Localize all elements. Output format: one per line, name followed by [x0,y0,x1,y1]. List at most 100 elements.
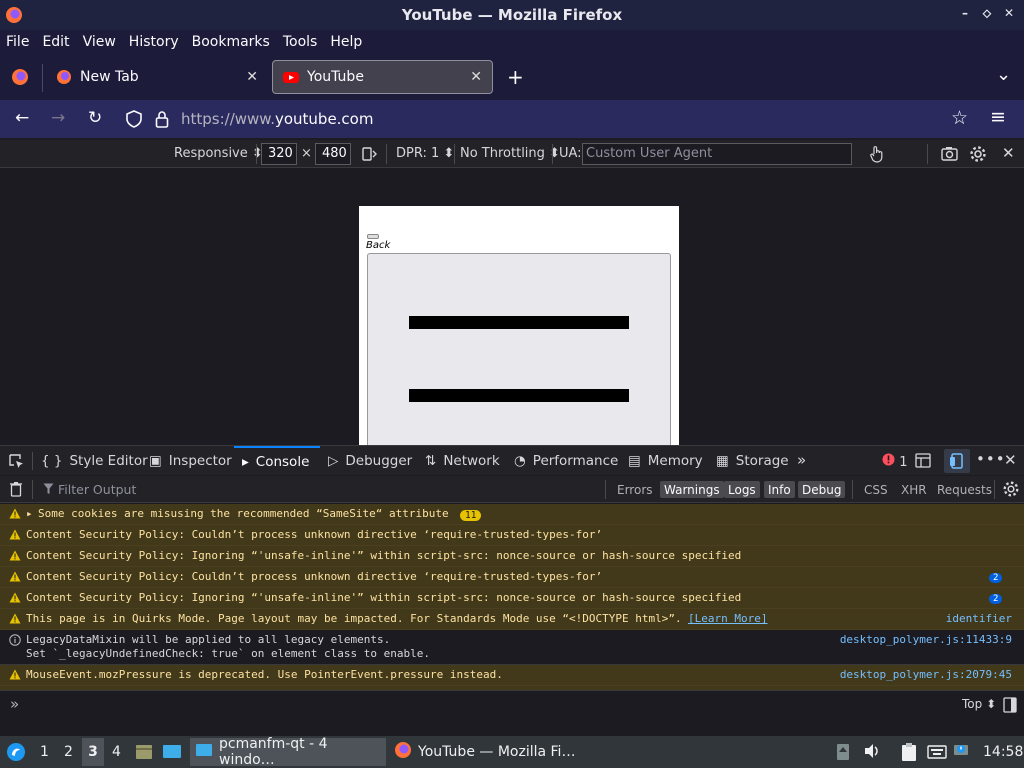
viewport-height-input[interactable]: 480 [315,143,351,165]
filter-errors[interactable]: Errors [613,481,657,498]
menu-history[interactable]: History [129,34,179,50]
console-message-info[interactable]: LegacyDataMixin will be applied to all l… [0,630,1024,665]
new-tab-button[interactable]: + [507,65,524,89]
message-source[interactable]: desktop_polymer.js:2079:45 [840,668,1012,681]
filter-requests[interactable]: Requests [933,481,996,498]
workspace-2[interactable]: 2 [64,744,73,760]
device-viewport[interactable]: Back [359,206,679,446]
responsive-mode-toggle[interactable] [944,449,970,473]
lock-icon[interactable] [155,110,169,132]
menu-file[interactable]: File [6,34,29,50]
menu-tools[interactable]: Tools [283,34,318,50]
filter-funnel-icon [43,483,54,498]
maximize-button[interactable]: ⬦ [976,6,998,21]
learn-more-link[interactable]: [Learn More] [688,612,767,625]
device-selector[interactable]: Responsive ⬍ [174,146,263,161]
start-menu-icon[interactable] [6,742,26,766]
network-status-icon[interactable] [953,742,971,764]
screenshot-camera-icon[interactable] [941,146,958,165]
filter-info[interactable]: Info [764,481,795,498]
editor-mode-icon[interactable] [1003,697,1017,717]
reload-button[interactable]: ↻ [88,108,102,128]
warning-icon [9,550,21,564]
error-count-badge[interactable]: 1 [882,453,908,470]
split-console-icon[interactable] [915,453,931,472]
close-devtools-icon[interactable]: ✕ [1004,451,1017,469]
filter-warnings[interactable]: Warnings [660,481,724,498]
filter-css[interactable]: CSS [860,481,892,498]
workspace-1[interactable]: 1 [40,744,49,760]
settings-gear-icon[interactable] [969,145,987,167]
close-tab-icon[interactable]: ✕ [246,69,258,85]
close-window-button[interactable]: ✕ [998,6,1020,21]
console-message-warning[interactable]: Content Security Policy: Ignoring “'unsa… [0,546,1024,567]
filter-debug[interactable]: Debug [798,481,846,498]
console-message-warning[interactable]: MouseEvent.mozPressure is deprecated. Us… [0,665,1024,686]
dpr-selector[interactable]: DPR: 1 ⬍ [396,146,454,161]
touch-simulation-icon[interactable] [869,145,885,167]
console-message-warning[interactable]: Content Security Policy: Couldn’t proces… [0,525,1024,546]
tab-youtube[interactable]: YouTube ✕ [272,60,493,94]
console-settings-gear-icon[interactable] [1002,480,1020,501]
app-menu-button[interactable]: ≡ [990,106,1006,128]
element-picker-icon[interactable] [8,453,24,473]
console-message-warning[interactable]: Content Security Policy: Ignoring “'unsa… [0,588,1024,609]
more-tabs-chevron-icon[interactable]: » [797,451,806,469]
expand-arrow-icon[interactable]: ▸ [26,507,33,520]
back-button[interactable]: ← [15,108,29,128]
console-message-warning[interactable]: Content Security Policy: Couldn’t proces… [0,567,1024,588]
console-input-row[interactable]: » Top ⬍ [0,690,1024,736]
taskbar-window-firefox[interactable]: YouTube — Mozilla Fi… [389,738,585,766]
tab-console[interactable]: ▸ Console [234,446,320,476]
tab-style-editor[interactable]: { } Style Editor [41,446,148,476]
back-page-button[interactable] [367,234,379,239]
workspace-3[interactable]: 3 [82,738,104,766]
filter-logs[interactable]: Logs [724,481,760,498]
file-manager-launcher-icon[interactable] [134,743,154,765]
user-agent-input[interactable]: Custom User Agent [582,143,852,165]
tab-network[interactable]: ⇅ Network [425,446,500,476]
forward-button[interactable]: → [51,108,65,128]
tab-storage[interactable]: ▦ Storage [716,446,789,476]
evaluation-context-selector[interactable]: Top ⬍ [962,697,996,711]
menu-edit[interactable]: Edit [42,34,69,50]
console-message-warning[interactable]: ▸ Some cookies are misusing the recommen… [0,504,1024,525]
tab-memory[interactable]: ▤ Memory [628,446,703,476]
menu-view[interactable]: View [83,34,116,50]
tray-updates-icon[interactable] [836,743,850,765]
close-rdm-icon[interactable]: ✕ [1002,144,1015,162]
message-source[interactable]: desktop_polymer.js:11433:9 [840,633,1012,646]
clear-console-trash-icon[interactable] [9,481,23,500]
viewport-width-input[interactable]: 320 [261,143,297,165]
clock: 14:58 [983,744,1024,760]
tab-inspector[interactable]: ▣ Inspector [149,446,232,476]
rotate-viewport-icon[interactable] [361,146,377,166]
filter-xhr[interactable]: XHR [897,481,931,498]
list-all-tabs-button[interactable]: ⌄ [996,64,1011,85]
close-tab-icon[interactable]: ✕ [470,69,482,85]
keyboard-layout-icon[interactable] [927,744,947,764]
clipboard-icon[interactable] [900,742,918,766]
url-host: youtube.com [274,110,374,128]
warning-icon [9,592,21,606]
taskbar-window-pcmanfm[interactable]: pcmanfm-qt - 4 windo… [190,736,386,768]
tab-new-tab[interactable]: New Tab ✕ [46,60,268,94]
menu-bookmarks[interactable]: Bookmarks [192,34,270,50]
menu-help[interactable]: Help [330,34,362,50]
volume-speaker-icon[interactable] [863,743,881,763]
url-bar[interactable]: https://www.youtube.com [181,110,373,128]
tracking-protection-shield-icon[interactable] [126,110,142,132]
message-source[interactable]: identifier [946,612,1012,625]
throttling-selector[interactable]: No Throttling ⬍ [460,146,560,161]
filter-output-input[interactable]: Filter Output [58,482,136,497]
console-icon: ▸ [242,454,249,470]
workspace-4[interactable]: 4 [112,744,121,760]
console-message-warning[interactable]: This page is in Quirks Mode. Page layout… [0,609,1024,630]
bookmark-star-icon[interactable]: ☆ [951,107,968,129]
minimize-button[interactable]: – [954,6,976,21]
more-options-icon[interactable]: ••• [976,450,1006,468]
tab-performance[interactable]: ◔ Performance [514,446,618,476]
tab-debugger[interactable]: ▷ Debugger [328,446,412,476]
show-desktop-icon[interactable] [162,743,182,765]
firefox-view-icon[interactable] [11,68,29,90]
